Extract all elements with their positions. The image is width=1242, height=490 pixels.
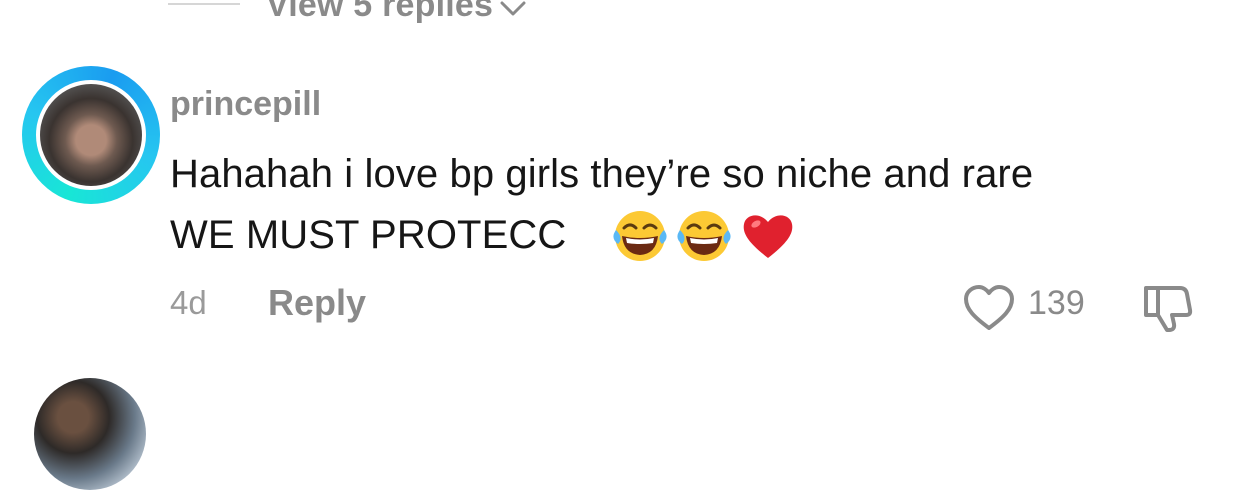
comment-username[interactable]: princepill [170, 85, 321, 124]
comment-text-line-2: WE MUST PROTECC [170, 213, 567, 257]
avatar-photo [40, 84, 142, 186]
thumbs-down-outline-icon[interactable] [1140, 280, 1196, 336]
tears-of-joy-emoji-icon [676, 208, 732, 264]
comment-age: 4d [170, 284, 207, 321]
comment-emojis [612, 208, 796, 264]
reply-button[interactable]: Reply [268, 282, 366, 324]
thread-divider-line [168, 3, 240, 5]
previous-thread-footer: View 5 replies [168, 0, 588, 30]
next-comment-avatar[interactable] [34, 378, 146, 490]
like-count: 139 [1028, 284, 1085, 322]
avatar[interactable] [36, 80, 146, 190]
view-replies-button[interactable]: View 5 replies [266, 0, 527, 25]
view-replies-label: View 5 replies [266, 0, 494, 24]
red-heart-emoji-icon [740, 208, 796, 264]
heart-outline-icon[interactable] [962, 284, 1016, 332]
tears-of-joy-emoji-icon [612, 208, 668, 264]
comment-item: princepill Hahahah i love bp girls they’… [0, 62, 1242, 342]
comment-text-line-1: Hahahah i love bp girls they’re so niche… [170, 152, 1034, 196]
comment-actions-row: 4d Reply 139 [0, 280, 1242, 332]
chevron-down-icon [500, 1, 526, 15]
